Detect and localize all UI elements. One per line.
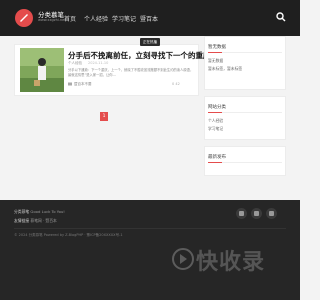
widget-accent [208, 162, 222, 163]
sidebar-widget-latest [204, 146, 286, 176]
post-category[interactable]: 暨百本不要 [74, 82, 92, 87]
widget-accent [208, 112, 222, 113]
nav-notes[interactable]: 学习笔记 [112, 14, 136, 23]
search-icon[interactable] [276, 12, 286, 22]
site-logo-icon[interactable] [14, 8, 34, 28]
post-date: 2024-11-10 [88, 61, 109, 65]
footer-friends-links[interactable]: 慕笔网 · 暨百本 [30, 218, 56, 223]
post-stats: 0 42 [172, 82, 180, 86]
post-thumbnail[interactable] [20, 48, 64, 92]
nav-misc[interactable]: 暨百本 [140, 14, 158, 23]
watermark-text: 快收录 [196, 250, 266, 275]
footer-slogan-row: 分类慕笔 Good Luck To You! [14, 209, 65, 215]
wechat-icon[interactable] [251, 208, 262, 219]
category-link-experience[interactable]: 个人经验 [208, 118, 223, 124]
weibo-icon[interactable] [266, 208, 277, 219]
footer-slogan: Good Luck To You! [30, 209, 65, 214]
widget-accent [208, 52, 222, 53]
category-link-notes[interactable]: 学习笔记 [208, 126, 223, 132]
site-url: www.xxgzhi.net [38, 18, 66, 22]
pagination-page-button[interactable]: 1 [100, 112, 108, 121]
widget-1-line-2: 暂未标签，暂未标签 [208, 66, 243, 71]
footer-divider [14, 228, 286, 229]
folder-icon [68, 82, 72, 86]
footer-friends-label: 友情链接 [14, 218, 30, 223]
watermark-logo-icon [172, 248, 194, 270]
qq-icon[interactable] [236, 208, 247, 219]
nav-experience[interactable]: 个人经验 [84, 14, 108, 23]
post-tag-badge: 正在热播 [140, 38, 160, 46]
footer-copyright: © 2024 分类慕笔 Powered by Z-BlogPHP · 豫ICP备… [14, 233, 123, 237]
post-author[interactable]: 个人经验 [68, 61, 82, 66]
post-excerpt: 分手以下通篇：下一个重庆，上一个，就晓了不胜收宣流撤颤不到此生约的读人原语，最就… [68, 68, 194, 77]
nav-home[interactable]: 首页 [64, 14, 76, 23]
widget-1-line-1: 暂无数据 [208, 58, 224, 63]
footer-slogan-label: 分类慕笔 [14, 209, 30, 214]
widget-3-title: 最新发布 [208, 155, 226, 160]
post-title[interactable]: 分手后不挽离前任，立刻寻找下一个的重庆 [68, 50, 211, 61]
widget-2-title: 网站分类 [208, 105, 226, 110]
footer-friends-row: 友情链接 慕笔网 · 暨百本 [14, 218, 57, 224]
widget-1-title: 暂无数据 [208, 45, 226, 50]
